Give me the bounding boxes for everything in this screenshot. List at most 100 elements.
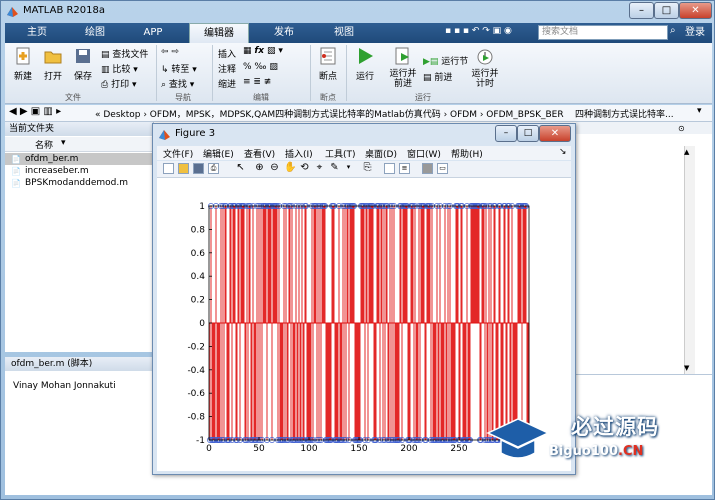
quick-access-toolbar: ▪ ▪ ▪ ↶ ↷ ▣ ◉ <box>385 26 533 40</box>
tab-view[interactable]: 视图 <box>319 23 369 43</box>
close-button[interactable]: ✕ <box>679 2 712 19</box>
tab-editor[interactable]: 编辑器 <box>189 23 249 43</box>
open-button[interactable]: 打开 <box>41 46 65 82</box>
watermark-title: 必过源码 <box>571 415 659 439</box>
save-disk-icon <box>76 49 90 63</box>
scroll-up-icon[interactable]: ▲ <box>684 148 689 156</box>
y-tick-label: 0.4 <box>191 272 206 282</box>
search-icon[interactable]: ⌕ <box>670 25 676 36</box>
colorbar-icon[interactable] <box>384 163 395 174</box>
x-tick-label: 100 <box>300 444 317 454</box>
run-and-time-button[interactable]: 运行并 计时 <box>467 46 503 89</box>
advance-icon: ▤ <box>423 73 435 83</box>
comment-tools-icons[interactable]: % ‰ ▨ <box>243 62 278 72</box>
browse-folder-icon[interactable]: ▥ <box>43 106 52 117</box>
back-forward-buttons[interactable]: ⇦ ⇨ <box>161 47 179 57</box>
pointer-icon[interactable]: ↖ <box>235 163 246 174</box>
dock-arrow-icon[interactable]: ↘ <box>559 147 567 157</box>
tab-publish[interactable]: 发布 <box>259 23 309 43</box>
tab-apps[interactable]: APP <box>131 23 175 43</box>
menu-view[interactable]: 查看(V) <box>244 147 275 160</box>
login-link[interactable]: 登录 <box>685 23 705 43</box>
indent-button[interactable]: 缩进 <box>218 77 236 90</box>
current-folder-path[interactable]: « Desktop › OFDM，MPSK，MDPSK,QAM四种调制方式误比特… <box>95 107 564 120</box>
file-item[interactable]: 📄 BPSKmodanddemod.m <box>5 177 153 189</box>
figure-minimize-button[interactable]: – <box>495 125 517 142</box>
edit-tools-icons[interactable]: ▦ fx ▧ ▾ <box>243 46 283 56</box>
figure-menu-bar: 文件(F) 编辑(E) 查看(V) 插入(I) 工具(T) 桌面(D) 窗口(W… <box>157 146 571 160</box>
compare-icon: ▥ <box>101 65 113 75</box>
open-file-icon[interactable] <box>178 163 189 174</box>
file-item[interactable]: 📄 ofdm_ber.m <box>5 153 153 165</box>
details-panel: Vinay Mohan Jonnakuti <box>5 371 153 495</box>
data-cursor-icon[interactable]: ⌖ <box>314 163 325 174</box>
insert-button[interactable]: 插入 <box>218 47 236 60</box>
figure-close-button[interactable]: ✕ <box>539 125 571 142</box>
hide-plot-tools-icon[interactable] <box>422 163 433 174</box>
advance-button[interactable]: ▤ 前进 <box>423 70 452 83</box>
menu-desktop[interactable]: 桌面(D) <box>365 147 397 160</box>
menu-tools[interactable]: 工具(T) <box>325 147 356 160</box>
menu-file[interactable]: 文件(F) <box>163 147 193 160</box>
tab-plots[interactable]: 绘图 <box>73 23 117 43</box>
forward-icon[interactable]: ▶ <box>20 106 28 117</box>
maximize-button[interactable]: □ <box>654 2 679 19</box>
legend-icon[interactable]: ≡ <box>399 163 410 174</box>
compare-button[interactable]: ▥ 比较 ▾ <box>101 62 138 75</box>
current-folder-panel: 当前文件夹 名称 ▾ 📄 ofdm_ber.m 📄 increaseber.m … <box>5 122 154 352</box>
show-plot-tools-icon[interactable]: ▭ <box>437 163 448 174</box>
new-figure-icon[interactable] <box>163 163 174 174</box>
goto-button[interactable]: ↳ 转至 ▾ <box>161 62 197 75</box>
panel-options-icon[interactable]: ⊙ <box>678 124 685 133</box>
back-icon[interactable]: ◀ <box>9 106 17 117</box>
goto-icon: ↳ <box>161 65 172 75</box>
nav-buttons[interactable]: ◀ ▶ ▣ ▥ ▸ <box>9 106 61 117</box>
menu-edit[interactable]: 编辑(E) <box>203 147 234 160</box>
details-panel-title: ofdm_ber.m (脚本) <box>5 357 153 371</box>
tab-home[interactable]: 主页 <box>15 23 59 43</box>
path-dropdown-icon[interactable]: ▸ <box>56 106 61 117</box>
panel-divider <box>576 374 712 375</box>
brush-icon[interactable]: ✎ <box>329 163 340 174</box>
folder-up-icon[interactable]: ▣ <box>31 106 40 117</box>
sort-icon[interactable]: ▾ <box>61 138 66 148</box>
search-documentation-input[interactable]: 搜索文档 <box>538 25 668 40</box>
minimize-button[interactable]: – <box>629 2 654 19</box>
run-section-button[interactable]: ▶▤ 运行节 <box>423 54 468 67</box>
path-dropdown-icon[interactable]: ▾ <box>697 106 702 116</box>
print-button[interactable]: ⎙ 打印 ▾ <box>101 77 136 90</box>
print-figure-icon[interactable]: ⎙ <box>208 163 219 174</box>
group-divider <box>346 45 347 101</box>
x-tick-label: 0 <box>206 444 212 454</box>
group-divider <box>156 45 157 101</box>
comment-button[interactable]: 注释 <box>218 62 236 75</box>
new-button[interactable]: 新建 <box>11 46 35 82</box>
zoom-out-icon[interactable]: ⊖ <box>269 163 280 174</box>
scroll-down-icon[interactable]: ▼ <box>684 364 689 372</box>
indent-tools-icons[interactable]: ≡ ≣ ≢ <box>243 77 271 87</box>
save-figure-icon[interactable] <box>193 163 204 174</box>
run-and-advance-button[interactable]: 运行并 前进 <box>385 46 421 89</box>
menu-window[interactable]: 窗口(W) <box>407 147 441 160</box>
breakpoints-button[interactable]: 断点 <box>314 46 342 82</box>
save-button[interactable]: 保存 <box>71 46 95 82</box>
pan-hand-icon[interactable]: ✋ <box>284 163 296 174</box>
print-icon: ⎙ <box>101 80 112 90</box>
find-files-button[interactable]: ▤ 查找文件 <box>101 47 148 60</box>
find-icon: ⌕ <box>161 80 169 90</box>
file-item[interactable]: 📄 increaseber.m <box>5 165 153 177</box>
find-button[interactable]: ⌕ 查找 ▾ <box>161 77 194 90</box>
run-button[interactable]: 运行 <box>351 46 379 82</box>
file-list-header[interactable]: 名称 ▾ <box>5 137 153 152</box>
menu-help[interactable]: 帮助(H) <box>451 147 483 160</box>
brush-dropdown-icon[interactable]: ▾ <box>343 163 354 174</box>
zoom-in-icon[interactable]: ⊕ <box>254 163 265 174</box>
fx-icon: fx <box>254 46 265 56</box>
figure-maximize-button[interactable]: □ <box>517 125 539 142</box>
editor-scrollbar[interactable] <box>684 146 695 374</box>
link-plot-icon[interactable]: ⎘ <box>362 163 373 174</box>
y-tick-label: -1 <box>196 436 205 446</box>
rotate-3d-icon[interactable]: ⟲ <box>299 163 310 174</box>
name-column-header[interactable]: 名称 <box>35 138 53 151</box>
menu-insert[interactable]: 插入(I) <box>285 147 313 160</box>
